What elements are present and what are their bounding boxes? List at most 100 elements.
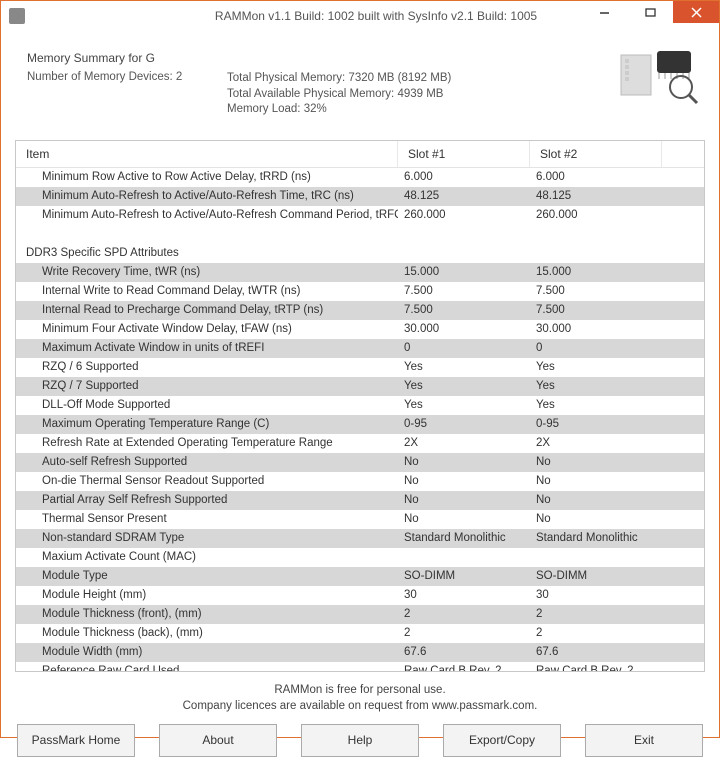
app-icon	[9, 8, 25, 24]
footer-line1: RAMMon is free for personal use.	[15, 682, 705, 698]
row-label: On-die Thermal Sensor Readout Supported	[16, 475, 398, 487]
row-label: Internal Write to Read Command Delay, tW…	[16, 285, 398, 297]
maximize-button[interactable]	[627, 1, 673, 23]
row-slot2: 7.500	[530, 285, 662, 297]
row-slot1: 15.000	[398, 266, 530, 278]
table-row[interactable]: Module Width (mm)67.667.6	[16, 643, 704, 662]
table-row[interactable]: Minimum Auto-Refresh to Active/Auto-Refr…	[16, 187, 704, 206]
header-item[interactable]: Item	[16, 141, 398, 167]
row-slot1: 30.000	[398, 323, 530, 335]
table-row[interactable]: DLL-Off Mode SupportedYesYes	[16, 396, 704, 415]
table-row[interactable]: On-die Thermal Sensor Readout Supported N…	[16, 472, 704, 491]
row-slot1: 2	[398, 608, 530, 620]
table-scroll[interactable]: Item Slot #1 Slot #2 Minimum Row Active …	[16, 141, 704, 671]
row-slot1: 30	[398, 589, 530, 601]
row-slot1: 0	[398, 342, 530, 354]
table-row[interactable]: Minimum Four Activate Window Delay, tFAW…	[16, 320, 704, 339]
table-row[interactable]: Module Thickness (back), (mm)22	[16, 624, 704, 643]
row-slot2: 0-95	[530, 418, 662, 430]
row-slot1: No	[398, 494, 530, 506]
table-row[interactable]: Internal Read to Precharge Command Delay…	[16, 301, 704, 320]
table-row[interactable]: Module Height (mm)3030	[16, 586, 704, 605]
row-slot1: 0-95	[398, 418, 530, 430]
row-label: Module Height (mm)	[16, 589, 398, 601]
table-row[interactable]: Module TypeSO-DIMMSO-DIMM	[16, 567, 704, 586]
ram-chip-icon	[619, 47, 699, 107]
summary-title: Memory Summary for G	[27, 51, 693, 65]
row-slot2: Standard Monolithic	[530, 532, 662, 544]
table-row[interactable]: DDR3 Specific SPD Attributes	[16, 244, 704, 263]
total-physical-memory: Total Physical Memory: 7320 MB (8192 MB)	[227, 71, 451, 87]
table-row[interactable]	[16, 225, 704, 244]
row-slot2: Yes	[530, 361, 662, 373]
table-row[interactable]: Auto-self Refresh SupportedNoNo	[16, 453, 704, 472]
about-button[interactable]: About	[159, 724, 277, 757]
row-label: Minimum Row Active to Row Active Delay, …	[16, 171, 398, 183]
row-slot2: No	[530, 475, 662, 487]
table-row[interactable]: Minimum Auto-Refresh to Active/Auto-Refr…	[16, 206, 704, 225]
table-row[interactable]: Thermal Sensor PresentNoNo	[16, 510, 704, 529]
table-row[interactable]: Maximum Operating Temperature Range (C)0…	[16, 415, 704, 434]
row-slot1: 260.000	[398, 209, 530, 221]
row-slot2: 15.000	[530, 266, 662, 278]
row-label: Partial Array Self Refresh Supported	[16, 494, 398, 506]
exit-button[interactable]: Exit	[585, 724, 703, 757]
row-slot2: No	[530, 456, 662, 468]
header-slot1[interactable]: Slot #1	[398, 141, 530, 167]
table-row[interactable]: Maxium Activate Count (MAC)	[16, 548, 704, 567]
window-controls	[581, 1, 719, 23]
table-row[interactable]: Module Thickness (front), (mm)22	[16, 605, 704, 624]
row-label: Internal Read to Precharge Command Delay…	[16, 304, 398, 316]
row-slot1: Yes	[398, 380, 530, 392]
row-label: Reference Raw Card Used	[16, 665, 398, 671]
row-slot1: No	[398, 456, 530, 468]
row-label: Minimum Auto-Refresh to Active/Auto-Refr…	[16, 190, 398, 202]
table-row[interactable]: Reference Raw Card UsedRaw Card B Rev. 2…	[16, 662, 704, 671]
row-slot2: 2	[530, 627, 662, 639]
table-row[interactable]: Maximum Activate Window in units of tREF…	[16, 339, 704, 358]
row-label: Write Recovery Time, tWR (ns)	[16, 266, 398, 278]
row-slot2: 260.000	[530, 209, 662, 221]
row-slot2: No	[530, 494, 662, 506]
row-slot1: Yes	[398, 399, 530, 411]
row-label: DLL-Off Mode Supported	[16, 399, 398, 411]
table-row[interactable]: RZQ / 7 SupportedYesYes	[16, 377, 704, 396]
titlebar: RAMMon v1.1 Build: 1002 built with SysIn…	[1, 1, 719, 31]
table-row[interactable]: Refresh Rate at Extended Operating Tempe…	[16, 434, 704, 453]
close-button[interactable]	[673, 1, 719, 23]
row-slot1: 2X	[398, 437, 530, 449]
total-available-memory: Total Available Physical Memory: 4939 MB	[227, 87, 451, 103]
maximize-icon	[645, 7, 656, 18]
table-row[interactable]: RZQ / 6 SupportedYesYes	[16, 358, 704, 377]
row-slot1: 7.500	[398, 285, 530, 297]
close-icon	[691, 7, 702, 18]
row-slot1: 7.500	[398, 304, 530, 316]
row-slot1: Standard Monolithic	[398, 532, 530, 544]
row-slot2: 0	[530, 342, 662, 354]
header-slot2[interactable]: Slot #2	[530, 141, 662, 167]
minimize-icon	[599, 7, 610, 18]
table-row[interactable]: Non-standard SDRAM TypeStandard Monolith…	[16, 529, 704, 548]
table-row[interactable]: Write Recovery Time, tWR (ns)15.00015.00…	[16, 263, 704, 282]
row-slot2: 30	[530, 589, 662, 601]
footer-text: RAMMon is free for personal use. Company…	[15, 682, 705, 714]
button-bar: PassMark Home About Help Export/Copy Exi…	[15, 724, 705, 757]
content-area: Memory Summary for G Number of Memory De…	[1, 31, 719, 767]
row-slot1: Yes	[398, 361, 530, 373]
export-copy-button[interactable]: Export/Copy	[443, 724, 561, 757]
help-button[interactable]: Help	[301, 724, 419, 757]
table-row[interactable]: Minimum Row Active to Row Active Delay, …	[16, 168, 704, 187]
row-label: Refresh Rate at Extended Operating Tempe…	[16, 437, 398, 449]
table-row[interactable]: Internal Write to Read Command Delay, tW…	[16, 282, 704, 301]
row-label: Maximum Operating Temperature Range (C)	[16, 418, 398, 430]
row-slot1: 6.000	[398, 171, 530, 183]
minimize-button[interactable]	[581, 1, 627, 23]
row-label: Thermal Sensor Present	[16, 513, 398, 525]
row-slot1: Raw Card B Rev. 2	[398, 665, 530, 671]
row-label: RZQ / 7 Supported	[16, 380, 398, 392]
row-slot2: 48.125	[530, 190, 662, 202]
row-slot2: Yes	[530, 380, 662, 392]
table-row[interactable]: Partial Array Self Refresh SupportedNoNo	[16, 491, 704, 510]
row-label: Module Thickness (back), (mm)	[16, 627, 398, 639]
passmark-home-button[interactable]: PassMark Home	[17, 724, 135, 757]
